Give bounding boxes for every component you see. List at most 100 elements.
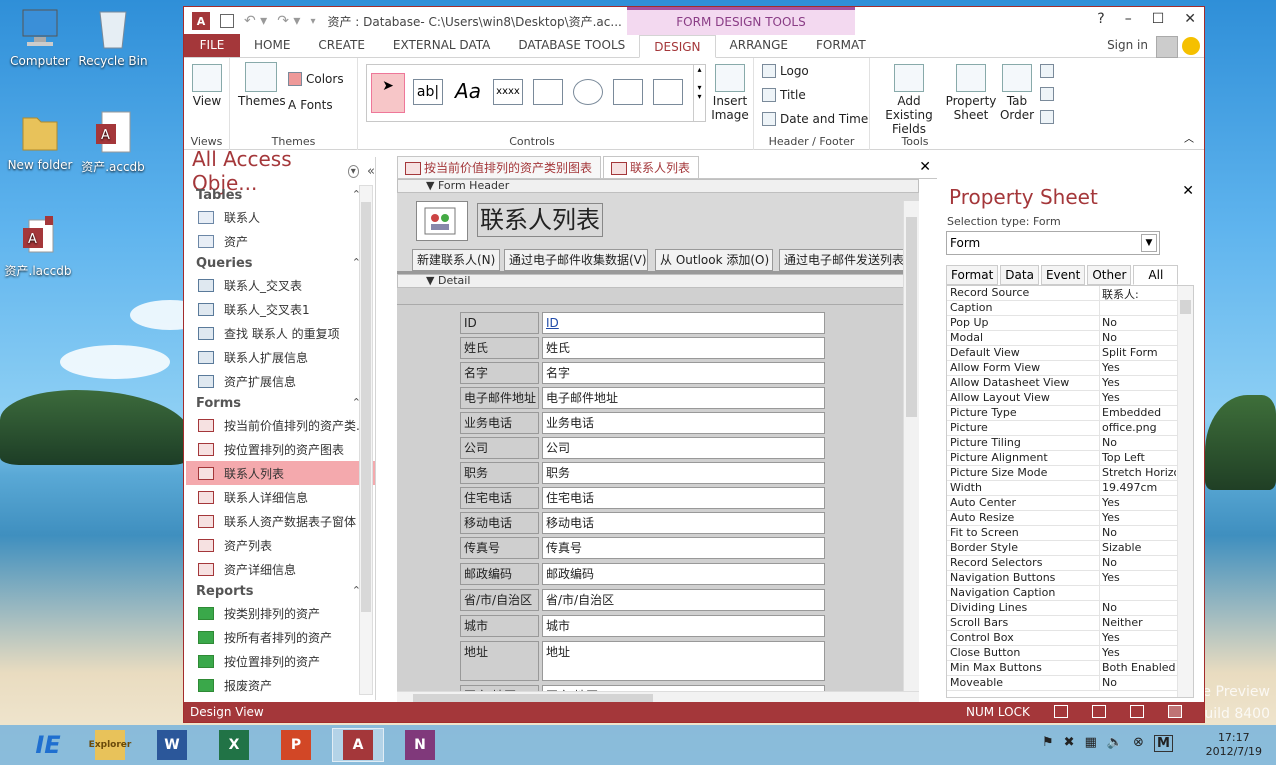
- property-sheet-close-icon[interactable]: ✕: [1182, 183, 1194, 199]
- property-value[interactable]: Yes: [1100, 511, 1176, 525]
- property-value[interactable]: 联系人:: [1100, 286, 1176, 300]
- help-button[interactable]: ?: [1097, 11, 1104, 27]
- doc-tab-contact-list[interactable]: 联系人列表: [603, 156, 700, 178]
- outlook-add-button[interactable]: 从 Outlook 添加(O): [655, 249, 773, 271]
- clock[interactable]: 17:17 2012/7/19: [1206, 731, 1262, 759]
- textbox-control[interactable]: ab|: [413, 79, 443, 105]
- property-sheet-button[interactable]: Property Sheet: [944, 64, 998, 122]
- maximize-button[interactable]: ☐: [1152, 11, 1165, 27]
- nav-item[interactable]: 资产列表: [186, 533, 375, 557]
- prop-tab-format[interactable]: Format: [946, 265, 999, 285]
- property-value[interactable]: Yes: [1100, 646, 1176, 660]
- field-textbox[interactable]: 公司: [542, 437, 825, 459]
- nav-item[interactable]: 联系人_交叉表: [186, 273, 375, 297]
- nav-item[interactable]: 报废资产: [186, 673, 375, 697]
- design-vscroll-thumb[interactable]: [906, 217, 917, 417]
- layout-view-icon[interactable]: [1130, 705, 1144, 718]
- detail-bar[interactable]: ▼ Detail: [397, 274, 919, 288]
- option-group-icon[interactable]: [653, 79, 683, 105]
- property-row[interactable]: Navigation Caption: [947, 586, 1193, 601]
- close-button[interactable]: ✕: [1184, 11, 1196, 27]
- taskbar-explorer[interactable]: Explorer: [84, 728, 136, 762]
- field-textbox[interactable]: 姓氏: [542, 337, 825, 359]
- logo-button[interactable]: Logo: [762, 64, 809, 78]
- nav-scrollbar[interactable]: [359, 185, 373, 695]
- field-label[interactable]: 职务: [460, 462, 539, 484]
- property-value[interactable]: [1100, 301, 1176, 315]
- form-view-icon[interactable]: [1054, 705, 1068, 718]
- nav-collapse-icon[interactable]: «: [367, 164, 375, 179]
- property-row[interactable]: Close Button Yes: [947, 646, 1193, 661]
- access-logo-icon[interactable]: A: [192, 12, 210, 30]
- desktop-icon-new-folder[interactable]: New folder: [0, 110, 80, 172]
- field-label[interactable]: 住宅电话: [460, 487, 539, 509]
- tab-control-icon[interactable]: [533, 79, 563, 105]
- prop-tab-data[interactable]: Data: [1000, 265, 1039, 285]
- property-value[interactable]: Yes: [1100, 391, 1176, 405]
- navigation-control-icon[interactable]: [613, 79, 643, 105]
- property-row[interactable]: Allow Layout View Yes: [947, 391, 1193, 406]
- taskbar-word[interactable]: W: [146, 728, 198, 762]
- tab-create[interactable]: CREATE: [304, 34, 379, 57]
- tab-file[interactable]: FILE: [184, 34, 240, 57]
- prop-tab-other[interactable]: Other: [1087, 265, 1132, 285]
- property-row[interactable]: Record Selectors No: [947, 556, 1193, 571]
- avatar[interactable]: [1156, 36, 1178, 58]
- taskbar-powerpoint[interactable]: P: [270, 728, 322, 762]
- field-label[interactable]: 移动电话: [460, 512, 539, 534]
- field-textbox[interactable]: ID: [542, 312, 825, 334]
- doc-tab-asset-chart[interactable]: 按当前价值排列的资产类别图表: [397, 156, 602, 178]
- tab-format[interactable]: FORMAT: [802, 34, 880, 57]
- ime-off-icon[interactable]: ⊗: [1133, 735, 1144, 752]
- property-value[interactable]: Neither: [1100, 616, 1176, 630]
- property-value[interactable]: Split Form: [1100, 346, 1176, 360]
- chevron-down-icon[interactable]: ▼: [1141, 234, 1157, 252]
- field-label[interactable]: 传真号: [460, 537, 539, 559]
- subform-icon[interactable]: [1040, 64, 1054, 78]
- collect-email-button[interactable]: 通过电子邮件收集数据(V): [504, 249, 648, 271]
- nav-section-queries[interactable]: Queries ⌃: [186, 253, 375, 273]
- tab-home[interactable]: HOME: [240, 34, 304, 57]
- property-value[interactable]: 19.497cm: [1100, 481, 1176, 495]
- nav-item[interactable]: 联系人: [186, 205, 375, 229]
- view-code-icon[interactable]: [1040, 87, 1054, 101]
- property-row[interactable]: Border Style Sizable: [947, 541, 1193, 556]
- desktop-icon-recycle-bin[interactable]: Recycle Bin: [73, 6, 153, 68]
- date-time-button[interactable]: Date and Time: [762, 112, 868, 126]
- minimize-button[interactable]: –: [1125, 11, 1132, 27]
- property-value[interactable]: [1100, 586, 1176, 600]
- property-row[interactable]: Control Box Yes: [947, 631, 1193, 646]
- property-row[interactable]: Moveable No: [947, 676, 1193, 691]
- nav-section-forms[interactable]: Forms ⌃: [186, 393, 375, 413]
- property-row[interactable]: Auto Resize Yes: [947, 511, 1193, 526]
- nav-item[interactable]: 联系人详细信息: [186, 485, 375, 509]
- hyperlink-icon[interactable]: [573, 79, 603, 105]
- field-textbox[interactable]: 移动电话: [542, 512, 825, 534]
- select-pointer-icon[interactable]: ➤: [371, 73, 405, 113]
- property-value[interactable]: Yes: [1100, 571, 1176, 585]
- tab-arrange[interactable]: ARRANGE: [716, 34, 802, 57]
- property-value[interactable]: Yes: [1100, 376, 1176, 390]
- add-existing-fields-button[interactable]: Add Existing Fields: [874, 64, 944, 136]
- nav-item[interactable]: 联系人扩展信息: [186, 345, 375, 369]
- colors-button[interactable]: Colors: [288, 72, 344, 86]
- property-row[interactable]: Width 19.497cm: [947, 481, 1193, 496]
- button-control[interactable]: xxxx: [493, 79, 523, 105]
- field-label[interactable]: 电子邮件地址: [460, 387, 539, 409]
- field-label[interactable]: 地址: [460, 641, 539, 681]
- security-icon[interactable]: ✖: [1064, 735, 1075, 752]
- property-row[interactable]: Pop Up No: [947, 316, 1193, 331]
- prop-tab-event[interactable]: Event: [1040, 265, 1086, 285]
- prop-tab-all[interactable]: All: [1133, 265, 1179, 285]
- design-vscrollbar[interactable]: [903, 201, 919, 699]
- property-row[interactable]: Allow Form View Yes: [947, 361, 1193, 376]
- nav-item[interactable]: 查找 联系人 的重复项: [186, 321, 375, 345]
- property-row[interactable]: Picture Type Embedded: [947, 406, 1193, 421]
- nav-header[interactable]: All Access Obje... ▾ «: [186, 147, 375, 195]
- field-textbox[interactable]: 城市: [542, 615, 825, 637]
- field-label[interactable]: 邮政编码: [460, 563, 539, 585]
- property-row[interactable]: Modal No: [947, 331, 1193, 346]
- field-textbox[interactable]: 邮政编码: [542, 563, 825, 585]
- nav-item[interactable]: 资产扩展信息: [186, 369, 375, 393]
- fonts-button[interactable]: A Fonts: [288, 98, 333, 112]
